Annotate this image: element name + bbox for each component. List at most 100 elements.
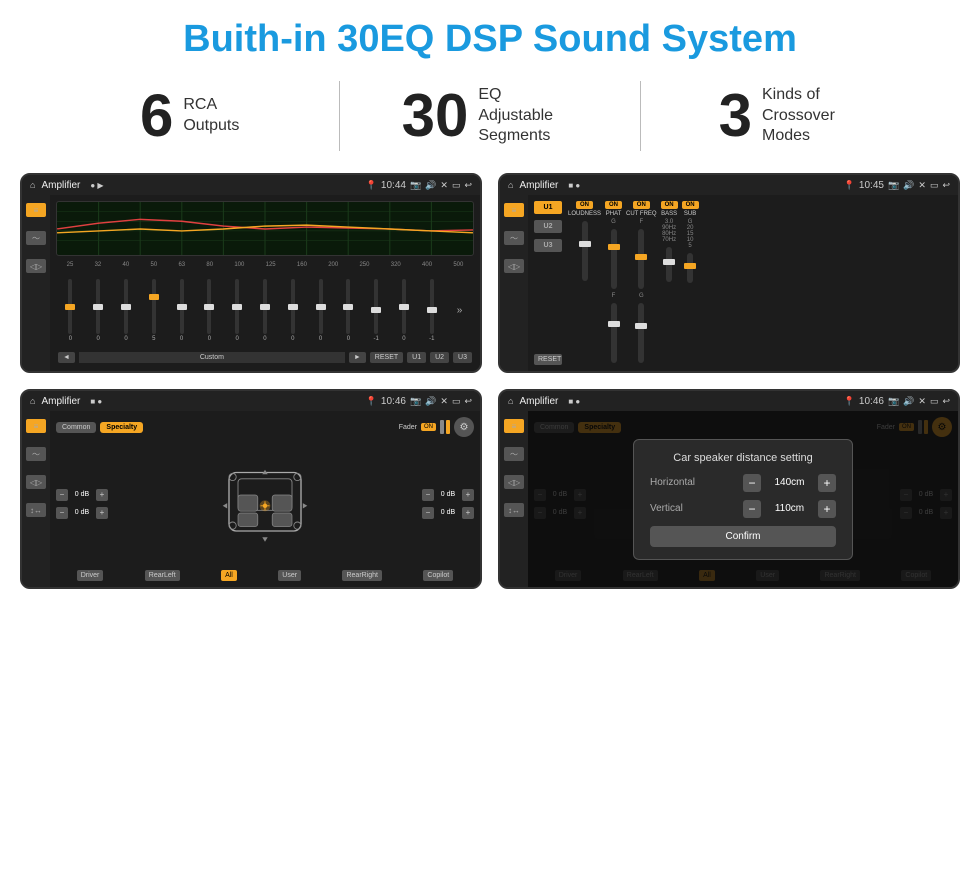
wave-icon-3[interactable]: 〜 xyxy=(26,447,46,461)
rearright-btn[interactable]: RearRight xyxy=(342,570,382,581)
close-icon-2[interactable]: ✕ xyxy=(918,180,926,191)
stat-label-eq: EQ AdjustableSegments xyxy=(478,85,578,147)
phat-slider2[interactable] xyxy=(611,303,617,363)
close-icon-4[interactable]: ✕ xyxy=(918,396,926,407)
loudness-slider[interactable] xyxy=(582,221,588,281)
home-icon[interactable]: ⌂ xyxy=(30,180,35,190)
screen4-app-name: Amplifier xyxy=(519,396,558,407)
next-preset-btn[interactable]: ► xyxy=(349,352,366,363)
minus-btn-4[interactable]: − xyxy=(422,507,434,519)
eq-icon-4[interactable]: ≡ xyxy=(504,419,524,433)
bass-on[interactable]: ON xyxy=(661,201,678,209)
eq-icon-3[interactable]: ≡ xyxy=(26,419,46,433)
fader-on[interactable]: ON xyxy=(421,423,436,431)
screen2-app-name: Amplifier xyxy=(519,180,558,191)
eq-slider-2: 0 xyxy=(86,279,111,342)
specialty-tab[interactable]: Specialty xyxy=(100,422,143,433)
phat-slider[interactable] xyxy=(611,229,617,289)
plus-btn-4[interactable]: + xyxy=(462,507,474,519)
eq-slider-9: 0 xyxy=(280,279,305,342)
eq-slider-1: 0 xyxy=(58,279,83,342)
screen1-time: 10:44 xyxy=(381,180,406,191)
minus-btn-3[interactable]: − xyxy=(422,489,434,501)
common-tab[interactable]: Common xyxy=(56,422,96,433)
dialog-overlay: Car speaker distance setting Horizontal … xyxy=(528,411,958,587)
u2-btn[interactable]: U2 xyxy=(430,352,449,363)
screen4-side-icons: ≡ 〜 ◁▷ ↕↔ xyxy=(500,411,528,587)
screen2-side-icons: ≡ 〜 ◁▷ xyxy=(500,195,528,371)
horizontal-value: 140cm xyxy=(767,477,812,488)
loudness-label: LOUDNESS xyxy=(568,211,601,217)
sub-on[interactable]: ON xyxy=(682,201,699,209)
horizontal-minus[interactable]: − xyxy=(743,474,761,492)
eq-icon-2[interactable]: ≡ xyxy=(504,203,524,217)
u3-btn[interactable]: U3 xyxy=(453,352,472,363)
location-icon-2: 📍 xyxy=(844,180,855,191)
reset-btn[interactable]: RESET xyxy=(370,352,403,363)
settings-icon-3[interactable]: ⚙ xyxy=(454,417,474,437)
bottom-labels: Driver RearLeft All User RearRight Copil… xyxy=(56,570,474,581)
screen3-app-name: Amplifier xyxy=(41,396,80,407)
arrows-icon-4[interactable]: ↕↔ xyxy=(504,503,524,517)
vol-icon-3[interactable]: ◁▷ xyxy=(26,475,46,489)
sub-slider[interactable] xyxy=(687,253,693,283)
back-icon[interactable]: ↩ xyxy=(464,180,472,191)
driver-btn[interactable]: Driver xyxy=(77,570,104,581)
confirm-button[interactable]: Confirm xyxy=(650,526,836,547)
cutfreq-on[interactable]: ON xyxy=(633,201,650,209)
eq-freq-labels: 2532405063 80100125160200 250320400500 xyxy=(56,260,474,270)
preset-u1[interactable]: U1 xyxy=(534,201,562,214)
arrows-icon-3[interactable]: ↕↔ xyxy=(26,503,46,517)
close-icon-3[interactable]: ✕ xyxy=(440,396,448,407)
copilot-btn[interactable]: Copilot xyxy=(423,570,453,581)
bass-slider[interactable] xyxy=(666,247,672,282)
close-icon[interactable]: ✕ xyxy=(440,180,448,191)
eq-slider-chevron[interactable]: » xyxy=(447,305,472,316)
dialog-row-vertical: Vertical − 110cm + xyxy=(650,500,836,518)
screen1-topbar: ⌂ Amplifier ● ▶ 📍 10:44 📷 🔊 ✕ ▭ ↩ xyxy=(22,175,480,195)
cutfreq-slider2[interactable] xyxy=(638,303,644,363)
wave-icon-4[interactable]: 〜 xyxy=(504,447,524,461)
horizontal-plus[interactable]: + xyxy=(818,474,836,492)
prev-preset-btn[interactable]: ◄ xyxy=(58,352,75,363)
vol-icon-2[interactable]: ◁▷ xyxy=(504,259,524,273)
back-icon-2[interactable]: ↩ xyxy=(942,180,950,191)
plus-btn-3[interactable]: + xyxy=(462,489,474,501)
amp2-reset[interactable]: RESET xyxy=(534,354,562,365)
preset-u2[interactable]: U2 xyxy=(534,220,562,233)
eq-slider-4: 5 xyxy=(141,279,166,342)
home-icon-2[interactable]: ⌂ xyxy=(508,180,513,190)
phat-on[interactable]: ON xyxy=(605,201,622,209)
wave-icon[interactable]: 〜 xyxy=(26,231,46,245)
rearleft-btn[interactable]: RearLeft xyxy=(145,570,180,581)
vertical-minus[interactable]: − xyxy=(743,500,761,518)
eq-slider-5: 0 xyxy=(169,279,194,342)
vol-icon-4[interactable]: ◁▷ xyxy=(504,475,524,489)
minus-btn-1[interactable]: − xyxy=(56,489,68,501)
cutfreq-slider[interactable] xyxy=(638,229,644,289)
window-icon-2: ▭ xyxy=(930,180,939,191)
screen4-content: ≡ 〜 ◁▷ ↕↔ Common Specialty Fader ON xyxy=(500,411,958,587)
back-icon-3[interactable]: ↩ xyxy=(464,396,472,407)
preset-u3[interactable]: U3 xyxy=(534,239,562,252)
plus-btn-1[interactable]: + xyxy=(96,489,108,501)
wave-icon-2[interactable]: 〜 xyxy=(504,231,524,245)
plus-btn-2[interactable]: + xyxy=(96,507,108,519)
home-icon-3[interactable]: ⌂ xyxy=(30,396,35,406)
all-btn[interactable]: All xyxy=(221,570,237,581)
user-btn[interactable]: User xyxy=(278,570,301,581)
screen2-topbar: ⌂ Amplifier ■ ● 📍 10:45 📷 🔊 ✕ ▭ ↩ xyxy=(500,175,958,195)
u1-btn[interactable]: U1 xyxy=(407,352,426,363)
eq-icon[interactable]: ≡ xyxy=(26,203,46,217)
camera-icon-3: 📷 xyxy=(410,396,421,407)
stat-item-rca: 6 RCAOutputs xyxy=(40,86,339,146)
loudness-on[interactable]: ON xyxy=(576,201,593,209)
home-icon-4[interactable]: ⌂ xyxy=(508,396,513,406)
camera-icon: 📷 xyxy=(410,180,421,191)
eq-slider-7: 0 xyxy=(225,279,250,342)
vertical-plus[interactable]: + xyxy=(818,500,836,518)
eq-slider-3: 0 xyxy=(114,279,139,342)
minus-btn-2[interactable]: − xyxy=(56,507,68,519)
back-icon-4[interactable]: ↩ xyxy=(942,396,950,407)
vol-icon[interactable]: ◁▷ xyxy=(26,259,46,273)
